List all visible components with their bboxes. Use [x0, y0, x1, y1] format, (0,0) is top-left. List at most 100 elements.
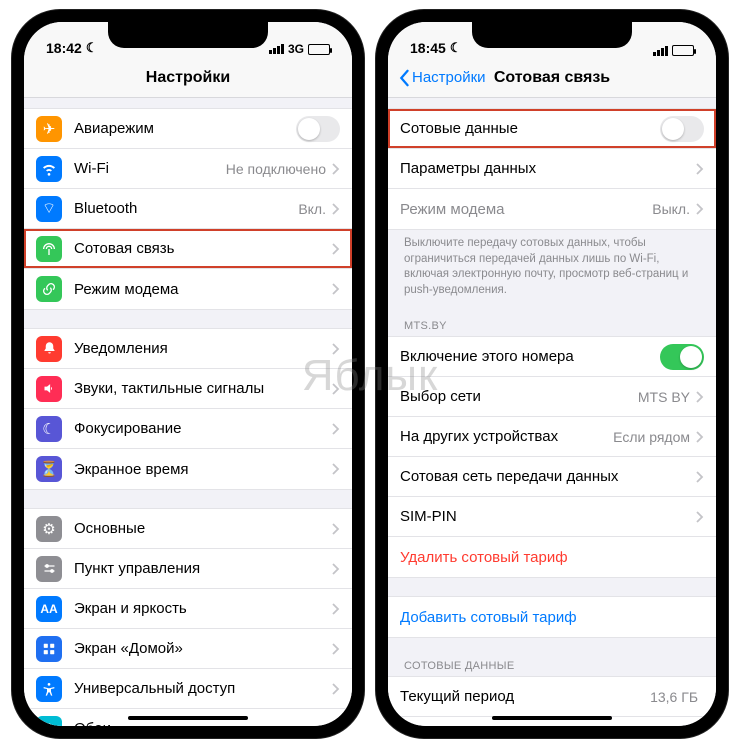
hourglass-icon: ⏳ — [36, 456, 62, 482]
chevron-right-icon — [696, 511, 704, 523]
chevron-right-icon — [332, 523, 340, 535]
airplane-toggle[interactable] — [296, 116, 340, 142]
notch — [472, 22, 632, 48]
network-label: 3G — [288, 42, 304, 56]
row-label: Включение этого номера — [400, 348, 660, 365]
antenna-icon — [36, 236, 62, 262]
phone-right: 18:45 ☾ Настройки Сотовая связь С — [376, 10, 728, 738]
row-control-center[interactable]: Пункт управления — [24, 549, 352, 589]
phone-left: 18:42 ☾ 3G Настройки ✈ Авиарежим — [12, 10, 364, 738]
row-label: Выбор сети — [400, 388, 638, 405]
row-label: Уведомления — [74, 340, 332, 357]
row-label: SIM-PIN — [400, 508, 696, 525]
row-enable-line[interactable]: Включение этого номера — [388, 337, 716, 377]
signal-icon — [653, 46, 668, 56]
row-label: Экран и яркость — [74, 600, 332, 617]
chevron-right-icon — [332, 243, 340, 255]
row-detail: Не подключено — [226, 161, 326, 177]
row-cellular[interactable]: Сотовая связь — [24, 229, 352, 269]
row-detail: Вкл. — [298, 201, 326, 217]
navbar: Настройки Сотовая связь — [388, 58, 716, 98]
row-label: Экран «Домой» — [74, 640, 332, 657]
row-label: Сотовые данные — [400, 120, 660, 137]
row-label: Сотовая связь — [74, 240, 332, 257]
notch — [108, 22, 268, 48]
row-add-plan[interactable]: Добавить сотовый тариф — [388, 597, 716, 637]
row-label: Экранное время — [74, 461, 332, 478]
dnd-icon: ☾ — [450, 40, 462, 56]
enable-line-toggle[interactable] — [660, 344, 704, 370]
chevron-right-icon — [696, 391, 704, 403]
moon-icon: ☾ — [36, 416, 62, 442]
accessibility-icon — [36, 676, 62, 702]
battery-icon — [672, 45, 694, 56]
row-label: Режим модема — [74, 281, 332, 298]
chevron-right-icon — [332, 423, 340, 435]
row-airplane[interactable]: ✈ Авиарежим — [24, 109, 352, 149]
row-label: Универсальный доступ — [74, 680, 332, 697]
cellular-data-toggle[interactable] — [660, 116, 704, 142]
row-sounds[interactable]: Звуки, тактильные сигналы — [24, 369, 352, 409]
chevron-right-icon — [332, 643, 340, 655]
page-title: Настройки — [24, 69, 352, 87]
chevron-right-icon — [332, 383, 340, 395]
chevron-right-icon — [332, 343, 340, 355]
row-label: Основные — [74, 520, 332, 537]
row-label: Bluetooth — [74, 200, 298, 217]
row-data-network[interactable]: Сотовая сеть передачи данных — [388, 457, 716, 497]
chevron-right-icon — [332, 603, 340, 615]
row-label: Удалить сотовый тариф — [400, 549, 704, 566]
row-network-select[interactable]: Выбор сети MTS BY — [388, 377, 716, 417]
row-home-screen[interactable]: Экран «Домой» — [24, 629, 352, 669]
row-label: Обои — [74, 720, 332, 726]
row-label: Сотовая сеть передачи данных — [400, 468, 696, 485]
row-label: Текущий период — [400, 688, 650, 705]
bluetooth-icon: ⌔ — [36, 196, 62, 222]
signal-icon — [269, 44, 284, 54]
row-sim-pin[interactable]: SIM-PIN — [388, 497, 716, 537]
row-other-devices[interactable]: На других устройствах Если рядом — [388, 417, 716, 457]
back-button[interactable]: Настройки — [398, 69, 486, 87]
home-indicator[interactable] — [492, 716, 612, 720]
home-indicator[interactable] — [128, 716, 248, 720]
row-cellular-data[interactable]: Сотовые данные — [388, 109, 716, 149]
back-label: Настройки — [412, 69, 486, 86]
row-label: Звуки, тактильные сигналы — [74, 380, 332, 397]
chevron-right-icon — [332, 163, 340, 175]
chevron-right-icon — [332, 283, 340, 295]
row-screentime[interactable]: ⏳ Экранное время — [24, 449, 352, 489]
row-data-options[interactable]: Параметры данных — [388, 149, 716, 189]
battery-icon — [308, 44, 330, 55]
speaker-icon — [36, 376, 62, 402]
wifi-icon — [36, 156, 62, 182]
dnd-icon: ☾ — [86, 40, 98, 56]
row-current-period: Текущий период 13,6 ГБ — [388, 677, 716, 717]
row-display[interactable]: AA Экран и яркость — [24, 589, 352, 629]
row-general[interactable]: ⚙ Основные — [24, 509, 352, 549]
group-header-data: СОТОВЫЕ ДАННЫЕ — [388, 656, 716, 676]
row-detail: Если рядом — [613, 429, 690, 445]
chevron-right-icon — [696, 163, 704, 175]
chevron-right-icon — [332, 203, 340, 215]
row-accessibility[interactable]: Универсальный доступ — [24, 669, 352, 709]
row-label: Добавить сотовый тариф — [400, 609, 704, 626]
row-detail: Выкл. — [652, 201, 690, 217]
row-hotspot[interactable]: Режим модема Выкл. — [388, 189, 716, 229]
navbar: Настройки — [24, 58, 352, 98]
grid-icon — [36, 636, 62, 662]
row-label: На других устройствах — [400, 428, 613, 445]
row-notifications[interactable]: Уведомления — [24, 329, 352, 369]
gear-icon: ⚙ — [36, 516, 62, 542]
row-wifi[interactable]: Wi-Fi Не подключено — [24, 149, 352, 189]
row-focus[interactable]: ☾ Фокусирование — [24, 409, 352, 449]
row-label: Фокусирование — [74, 420, 332, 437]
row-label: Авиарежим — [74, 120, 296, 137]
row-remove-plan[interactable]: Удалить сотовый тариф — [388, 537, 716, 577]
row-detail: MTS BY — [638, 389, 690, 405]
row-detail: 13,6 ГБ — [650, 689, 698, 705]
chevron-right-icon — [332, 563, 340, 575]
text-size-icon: AA — [36, 596, 62, 622]
link-icon — [36, 276, 62, 302]
row-bluetooth[interactable]: ⌔ Bluetooth Вкл. — [24, 189, 352, 229]
row-hotspot[interactable]: Режим модема — [24, 269, 352, 309]
